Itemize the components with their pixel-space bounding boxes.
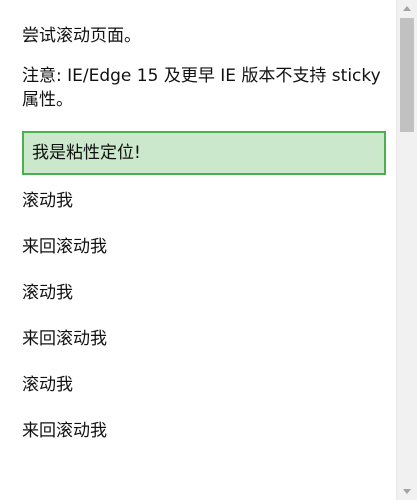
sticky-element: 我是粘性定位! — [22, 131, 386, 175]
vertical-scrollbar[interactable] — [396, 0, 417, 500]
scrollbar-thumb[interactable] — [400, 18, 414, 132]
scroll-line: 来回滚动我 — [22, 237, 107, 257]
scroll-up-arrow-icon[interactable] — [403, 6, 411, 11]
compatibility-note: 注意: IE/Edge 15 及更早 IE 版本不支持 sticky 属性。 — [22, 66, 381, 110]
intro-text: 尝试滚动页面。 — [22, 26, 141, 46]
scroll-line: 滚动我 — [22, 375, 73, 395]
scroll-line: 滚动我 — [22, 283, 73, 303]
scroll-line: 来回滚动我 — [22, 329, 107, 349]
page-viewport[interactable]: 尝试滚动页面。 注意: IE/Edge 15 及更早 IE 版本不支持 stic… — [0, 0, 396, 500]
scroll-line: 来回滚动我 — [22, 421, 107, 441]
scroll-line: 滚动我 — [22, 191, 73, 211]
page-content: 尝试滚动页面。 注意: IE/Edge 15 及更早 IE 版本不支持 stic… — [0, 0, 396, 443]
scroll-down-arrow-icon[interactable] — [403, 489, 411, 494]
